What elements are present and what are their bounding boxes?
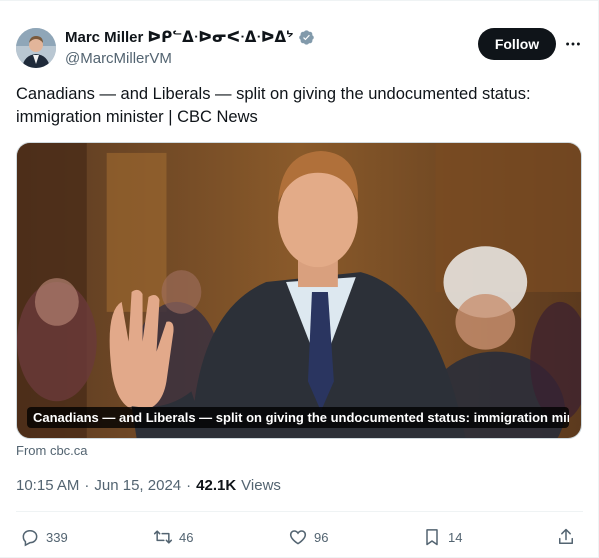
author-handle[interactable]: @MarcMillerVM [65, 50, 172, 67]
tweet-text: Canadians — and Liberals — split on givi… [16, 85, 531, 126]
meta-separator: · [84, 477, 90, 494]
repost-button[interactable]: 46 [153, 523, 193, 551]
avatar[interactable] [16, 28, 56, 68]
follow-button[interactable]: Follow [478, 28, 556, 60]
avatar-image [16, 28, 56, 68]
reply-icon [22, 530, 38, 547]
author-name[interactable]: Marc Miller ᐅᑭᓪᐃᐧᐅᓂᐸᐧᐃᐧᐅᐃᔾ [65, 28, 294, 46]
tweet-meta: 10:15 AM · Jun 15, 2024 · 42.1K Views [16, 477, 281, 494]
tweet-date[interactable]: Jun 15, 2024 [94, 477, 181, 494]
tweet-time[interactable]: 10:15 AM [16, 477, 79, 494]
more-options-icon[interactable] [563, 34, 583, 54]
meta-separator-2: · [186, 477, 192, 494]
heart-icon [289, 530, 307, 545]
link-source[interactable]: From cbc.ca [16, 443, 88, 458]
tweet-card: Marc Miller ᐅᑭᓪᐃᐧᐅᓂᐸᐧᐃᐧᐅᐃᔾ @MarcMillerVM… [0, 0, 599, 558]
verified-badge-icon[interactable] [298, 29, 315, 46]
action-bar: 339 46 96 14 [0, 523, 599, 551]
link-card-caption: Canadians — and Liberals — split on givi… [27, 407, 569, 428]
share-icon [559, 528, 573, 544]
like-count: 96 [314, 529, 329, 545]
news-photo [17, 143, 581, 438]
bookmark-count: 14 [448, 529, 463, 545]
repost-icon [153, 530, 173, 544]
bookmark-icon [426, 529, 438, 546]
share-button[interactable] [556, 523, 576, 551]
divider [16, 511, 583, 512]
views-label: Views [241, 477, 281, 494]
reply-button[interactable]: 339 [20, 523, 68, 551]
author-name-row[interactable]: Marc Miller ᐅᑭᓪᐃᐧᐅᓂᐸᐧᐃᐧᐅᐃᔾ [65, 27, 315, 47]
bookmark-button[interactable]: 14 [422, 523, 462, 551]
views-count: 42.1K [196, 477, 237, 494]
link-card-image[interactable]: Canadians — and Liberals — split on givi… [16, 142, 582, 439]
reply-count: 339 [46, 529, 68, 545]
like-button[interactable]: 96 [288, 523, 328, 551]
repost-count: 46 [179, 529, 194, 545]
